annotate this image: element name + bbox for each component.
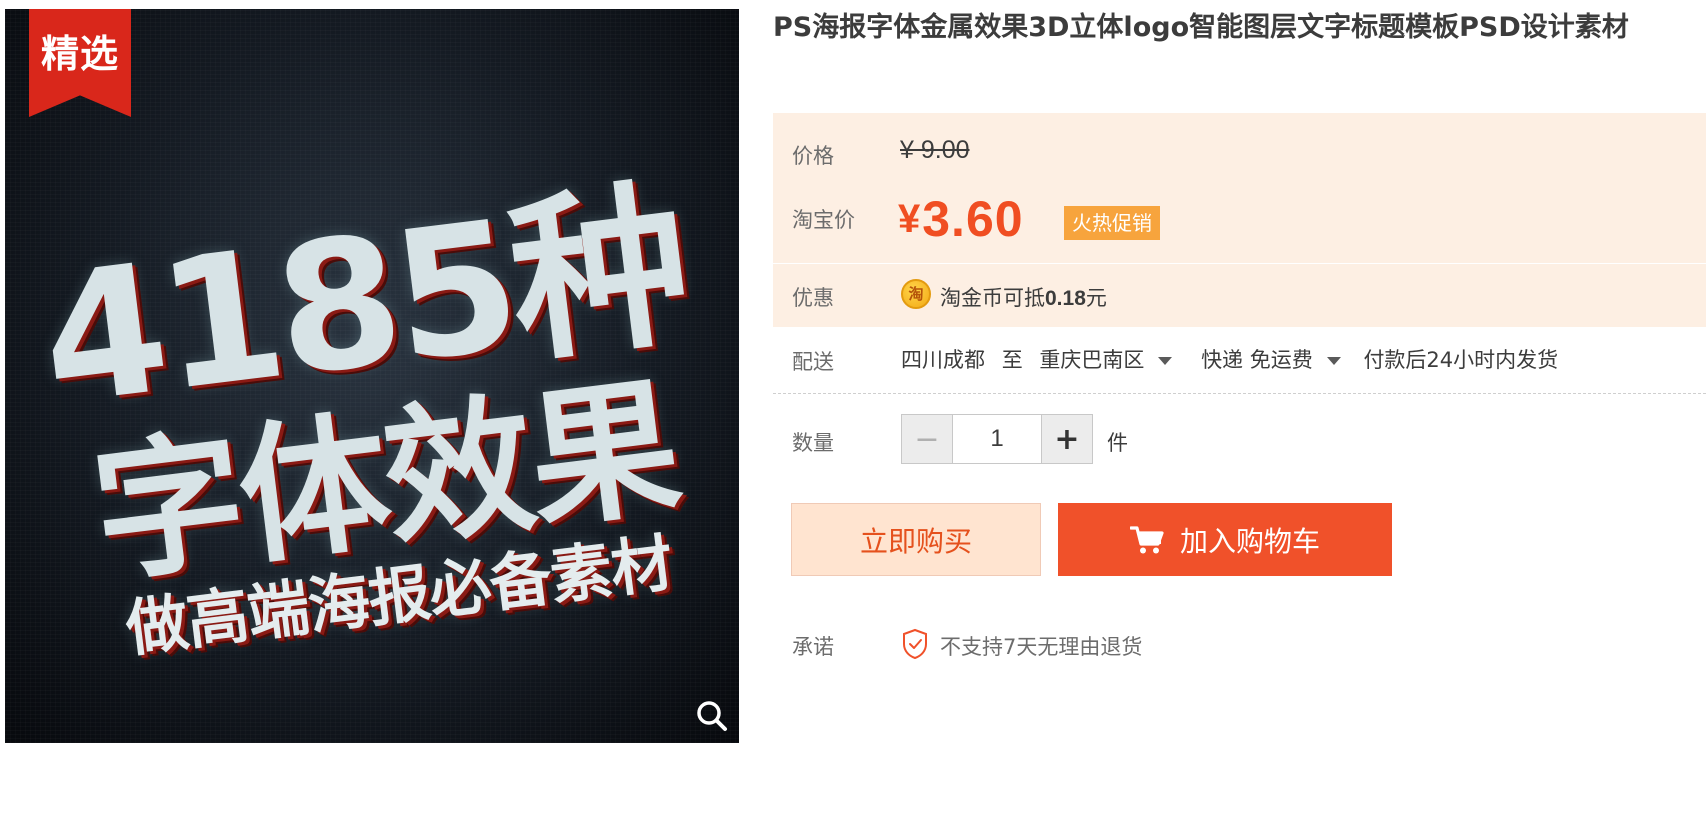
original-price: ¥ 9.00: [900, 136, 970, 164]
ship-from: 四川成都: [901, 348, 985, 372]
image-artwork: 4185种 字体效果 做高端海报必备素材: [5, 9, 739, 743]
add-to-cart-label: 加入购物车: [1179, 524, 1320, 558]
taobao-price-value: 3.60: [922, 191, 1024, 247]
taobao-price-label: 淘宝价: [792, 208, 855, 232]
currency-symbol: ¥: [898, 197, 921, 241]
price-label: 价格: [792, 144, 834, 168]
buy-now-button[interactable]: 立即购买: [791, 503, 1041, 576]
shopping-cart-icon: [1129, 525, 1164, 553]
product-page: 4185种 字体效果 做高端海报必备素材 精选 PS海报字体金属效果3D立体lo…: [0, 0, 1706, 816]
promise-text: 不支持7天无理由退货: [940, 635, 1143, 659]
buy-now-label: 立即购买: [859, 524, 972, 558]
quantity-stepper: − 1 +: [901, 414, 1093, 464]
discount-prefix: 淘金币可抵: [940, 286, 1045, 310]
shield-icon: [903, 628, 927, 660]
add-to-cart-button[interactable]: 加入购物车: [1058, 503, 1392, 576]
decrease-quantity-button[interactable]: −: [902, 415, 953, 463]
chevron-down-icon[interactable]: [1158, 357, 1173, 365]
discount-amount: 0.18: [1045, 287, 1086, 310]
discount-suffix: 元: [1085, 286, 1107, 310]
promise-label: 承诺: [792, 635, 834, 659]
quantity-unit: 件: [1107, 431, 1128, 455]
section-divider: [773, 393, 1706, 394]
chevron-down-icon[interactable]: [1326, 357, 1341, 365]
price-panel-divider: [773, 263, 1706, 264]
shipping-row: 四川成都 至 重庆巴南区 快递 免运费 付款后24小时内发货: [901, 344, 1558, 374]
discount-label: 优惠: [792, 286, 834, 310]
ship-destination-select[interactable]: 重庆巴南区: [1039, 344, 1144, 374]
ship-method-select[interactable]: 快递 免运费: [1201, 344, 1313, 374]
shipping-label: 配送: [792, 350, 834, 374]
quantity-input[interactable]: 1: [953, 415, 1041, 463]
promo-badge: 火热促销: [1064, 206, 1160, 240]
quantity-label: 数量: [792, 431, 834, 455]
ship-to-word: 至: [1001, 348, 1023, 372]
taobao-price: ¥3.60: [898, 190, 1024, 248]
increase-quantity-button[interactable]: +: [1041, 415, 1092, 463]
product-title: PS海报字体金属效果3D立体logo智能图层文字标题模板PSD设计素材: [773, 12, 1629, 43]
dispatch-time: 付款后24小时内发货: [1363, 348, 1559, 372]
taojinbi-coin-icon: 淘: [901, 279, 931, 309]
discount-text: 淘金币可抵0.18元: [940, 282, 1107, 312]
product-image[interactable]: 4185种 字体效果 做高端海报必备素材 精选: [5, 9, 739, 743]
search-icon[interactable]: [695, 699, 729, 733]
